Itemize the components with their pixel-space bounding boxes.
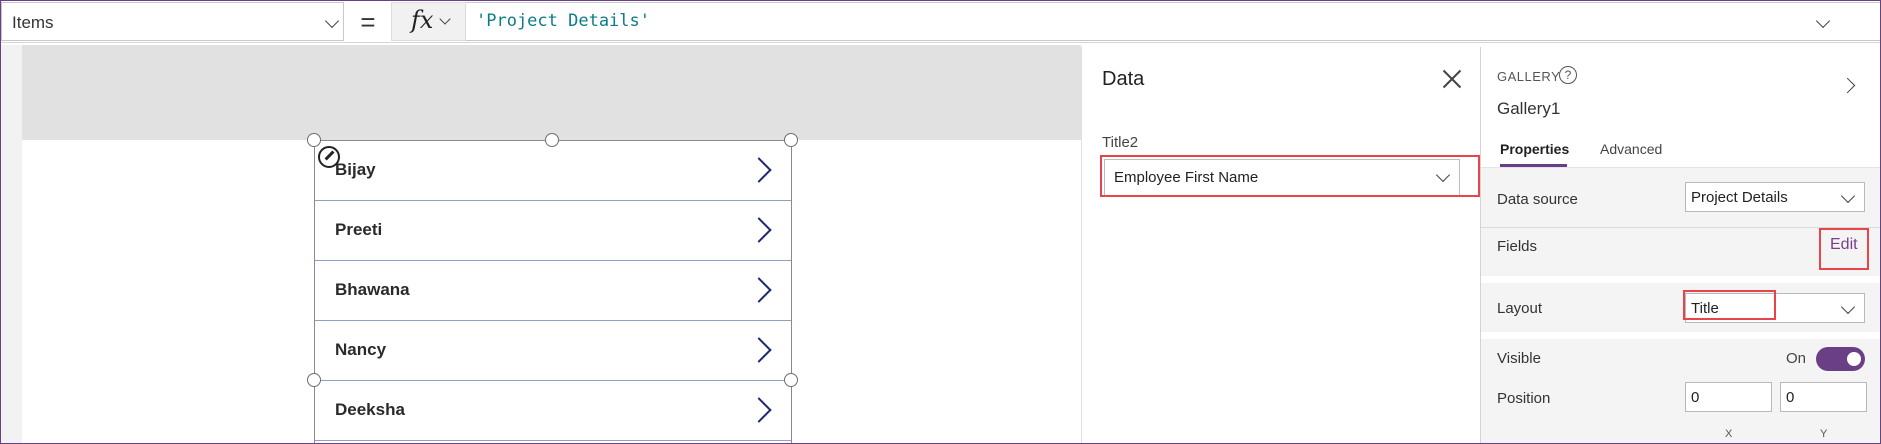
resize-handle[interactable] xyxy=(784,133,798,147)
divider xyxy=(1481,227,1881,228)
tab-advanced[interactable]: Advanced xyxy=(1600,141,1662,157)
data-source-label: Data source xyxy=(1497,191,1578,208)
chevron-right-icon[interactable] xyxy=(746,217,772,243)
chevron-right-icon[interactable] xyxy=(746,397,772,423)
position-x-value: 0 xyxy=(1691,389,1700,406)
visible-state: On xyxy=(1786,350,1807,367)
fx-icon: fx xyxy=(411,6,434,34)
gallery-item[interactable]: Bhawana xyxy=(315,261,791,321)
gallery-item-title: Nancy xyxy=(335,340,387,359)
layout-value: Title xyxy=(1691,300,1719,317)
gallery-item-title: Bijay xyxy=(335,160,376,179)
resize-handle[interactable] xyxy=(784,373,798,387)
pencil-icon[interactable] xyxy=(318,146,340,168)
chevron-right-icon[interactable] xyxy=(1839,77,1856,94)
data-source-dropdown[interactable]: Project Details xyxy=(1685,182,1865,212)
close-icon[interactable] xyxy=(1442,69,1462,89)
properties-panel: GALLERY ? Gallery1 Properties Advanced D… xyxy=(1481,47,1881,444)
gallery-control[interactable]: Bijay Preeti Bhawana Nancy Deeksha xyxy=(314,140,792,444)
position-y-input[interactable]: 0 xyxy=(1780,382,1867,412)
data-source-value: Project Details xyxy=(1691,189,1788,206)
layout-dropdown[interactable]: Title xyxy=(1685,293,1865,323)
visible-label: Visible xyxy=(1497,350,1541,367)
position-label: Position xyxy=(1497,390,1551,407)
position-x-input[interactable]: 0 xyxy=(1685,382,1772,412)
tab-properties[interactable]: Properties xyxy=(1500,141,1569,157)
layout-label: Layout xyxy=(1497,300,1543,317)
field-dropdown[interactable]: Employee First Name xyxy=(1104,159,1460,196)
gallery-item-title: Deeksha xyxy=(335,400,405,419)
property-dropdown[interactable]: Items xyxy=(1,2,344,41)
chevron-down-icon xyxy=(1435,167,1451,183)
visible-toggle[interactable] xyxy=(1816,347,1865,371)
chevron-right-icon[interactable] xyxy=(746,157,772,183)
control-name: Gallery1 xyxy=(1497,99,1561,118)
fx-button[interactable]: fx xyxy=(391,2,466,41)
formula-text: 'Project Details' xyxy=(476,11,650,31)
property-dropdown-value: Items xyxy=(12,13,54,32)
field-label: Title2 xyxy=(1102,134,1139,151)
y-axis-label: Y xyxy=(1820,428,1828,440)
chevron-right-icon[interactable] xyxy=(746,337,772,363)
resize-handle[interactable] xyxy=(307,373,321,387)
position-y-value: 0 xyxy=(1786,389,1795,406)
fields-label: Fields xyxy=(1497,238,1538,255)
chevron-down-icon xyxy=(439,13,451,25)
data-panel-title: Data xyxy=(1102,68,1145,90)
formula-bar: Items = fx 'Project Details' xyxy=(0,0,1881,43)
data-panel: Data Title2 Employee First Name xyxy=(1081,47,1481,444)
chevron-down-icon[interactable] xyxy=(1815,13,1831,29)
help-icon[interactable]: ? xyxy=(1559,66,1577,84)
resize-handle[interactable] xyxy=(307,133,321,147)
resize-handle[interactable] xyxy=(545,133,559,147)
equals-sign: = xyxy=(360,7,376,37)
control-type-label: GALLERY xyxy=(1497,69,1561,84)
gallery-item[interactable]: Bijay xyxy=(315,141,791,201)
chevron-right-icon[interactable] xyxy=(746,277,772,303)
chevron-down-icon xyxy=(324,13,340,29)
gallery-item[interactable]: Nancy xyxy=(315,321,791,381)
gallery-item-title: Bhawana xyxy=(335,280,410,299)
gallery-item[interactable]: Preeti xyxy=(315,201,791,261)
fields-edit-link[interactable]: Edit xyxy=(1830,236,1858,254)
field-dropdown-value: Employee First Name xyxy=(1114,169,1259,186)
formula-input[interactable]: 'Project Details' xyxy=(466,2,1881,41)
gallery-item-title: Preeti xyxy=(335,220,383,239)
chevron-down-icon xyxy=(1840,188,1856,204)
x-axis-label: X xyxy=(1725,428,1733,440)
chevron-down-icon xyxy=(1840,299,1856,315)
gallery-item[interactable]: Deeksha xyxy=(315,381,791,441)
